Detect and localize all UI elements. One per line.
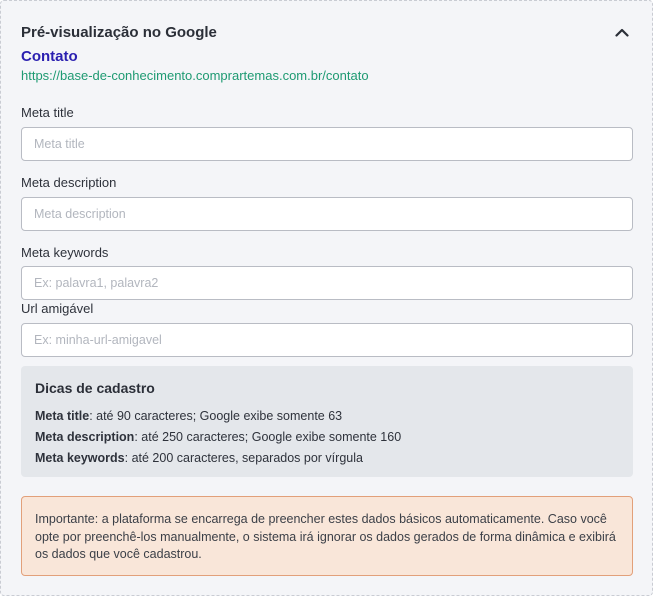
tip-item: Meta title: até 90 caracteres; Google ex…: [35, 406, 619, 427]
meta-title-input[interactable]: [21, 127, 633, 161]
seo-preview-panel: Pré-visualização no Google Contato https…: [0, 0, 653, 596]
meta-title-label: Meta title: [21, 105, 74, 120]
important-notice: Importante: a plataforma se encarrega de…: [21, 496, 633, 576]
google-preview-title: Contato: [21, 48, 78, 65]
chevron-up-icon[interactable]: [612, 22, 632, 42]
tip-text: : até 250 caracteres; Google exibe somen…: [134, 430, 402, 444]
friendly-url-input[interactable]: [21, 323, 633, 357]
registration-tips-box: Dicas de cadastro Meta title: até 90 car…: [21, 366, 633, 477]
tip-item: Meta description: até 250 caracteres; Go…: [35, 427, 619, 448]
meta-description-input[interactable]: [21, 197, 633, 231]
section-title: Pré-visualização no Google: [21, 23, 217, 41]
tip-text: : até 90 caracteres; Google exibe soment…: [89, 409, 343, 423]
tip-item: Meta keywords: até 200 caracteres, separ…: [35, 448, 619, 469]
section-header[interactable]: Pré-visualização no Google: [21, 22, 632, 42]
google-preview-url: https://base-de-conhecimento.comprartema…: [21, 68, 369, 83]
meta-keywords-input[interactable]: [21, 266, 633, 300]
tips-title: Dicas de cadastro: [35, 380, 155, 396]
friendly-url-label: Url amigável: [21, 301, 94, 316]
tip-term: Meta keywords: [35, 451, 125, 465]
meta-description-label: Meta description: [21, 175, 117, 190]
tip-term: Meta description: [35, 430, 135, 444]
tip-text: : até 200 caracteres, separados por vírg…: [124, 451, 363, 465]
tip-term: Meta title: [35, 409, 90, 423]
meta-keywords-label: Meta keywords: [21, 245, 109, 260]
